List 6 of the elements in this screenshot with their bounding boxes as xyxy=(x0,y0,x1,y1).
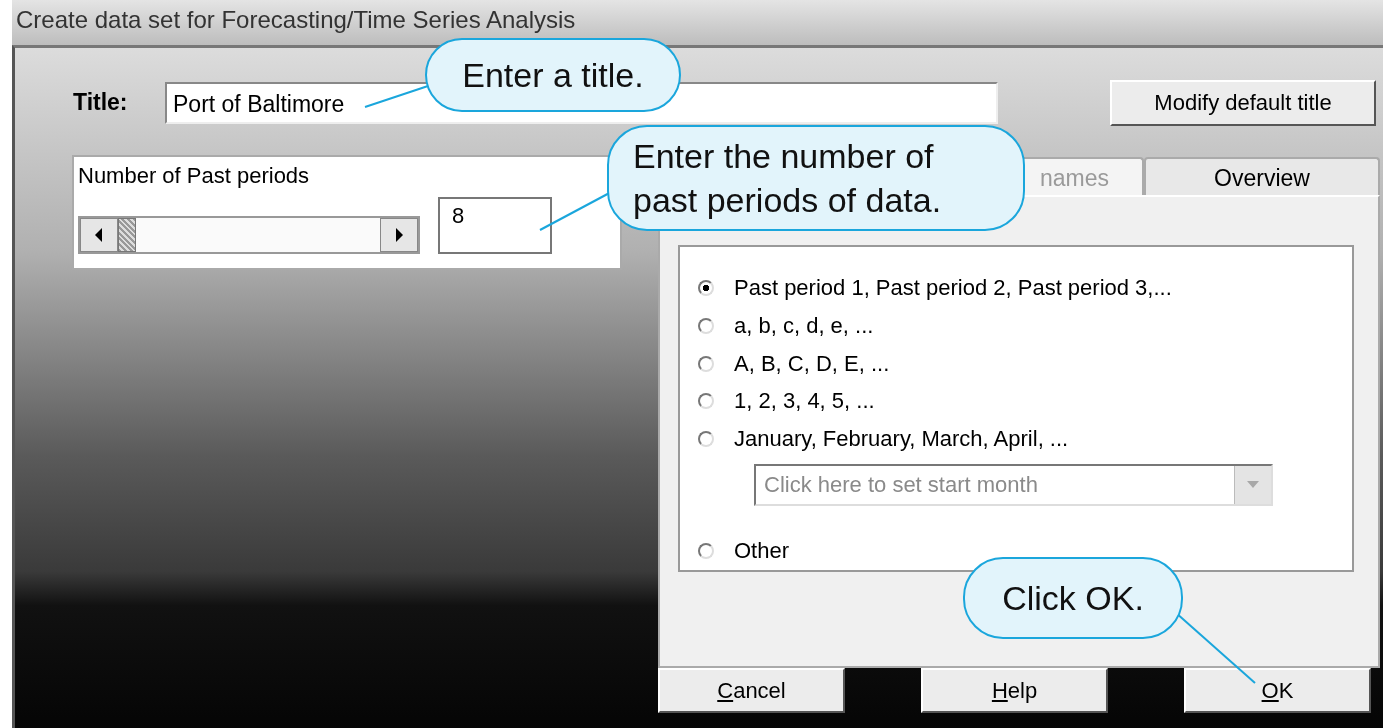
title-label: Title: xyxy=(73,89,129,116)
window-title: Create data set for Forecasting/Time Series Analysis xyxy=(16,6,576,34)
callout-tooltip: Enter a title. xyxy=(425,38,681,112)
periods-label: Number of Past periods xyxy=(78,163,311,189)
callout-tooltip: Click OK. xyxy=(963,557,1183,639)
callout-tooltip: Enter the number of past periods of data. xyxy=(607,125,1025,231)
